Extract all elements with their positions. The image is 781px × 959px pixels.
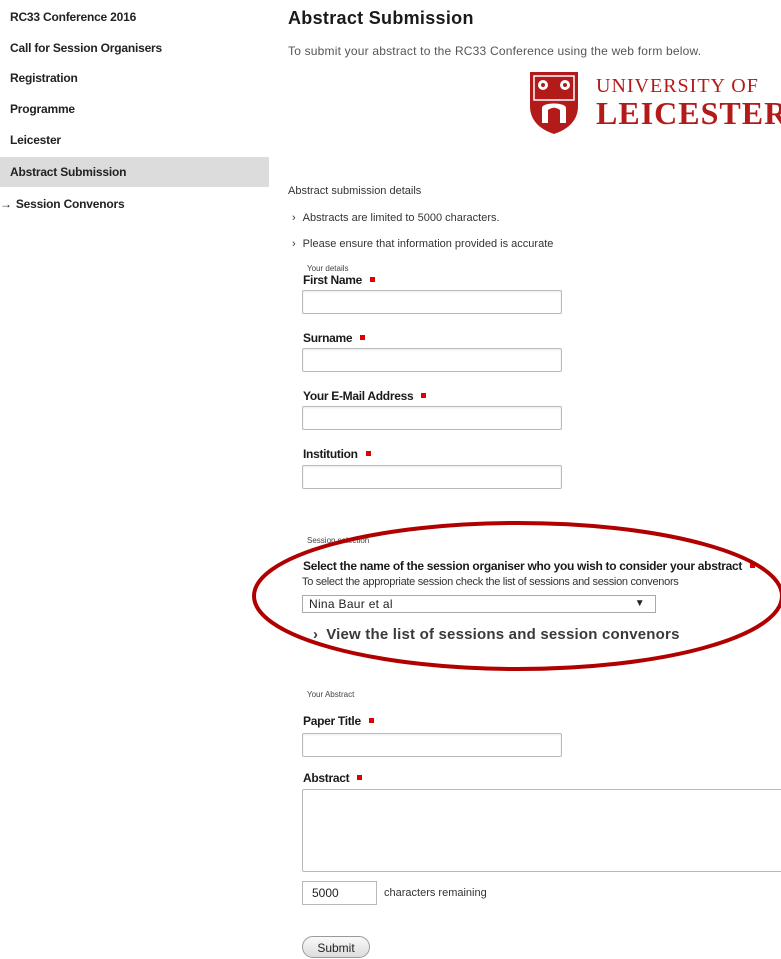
arrow-right-icon: → — [0, 197, 12, 211]
submit-button[interactable]: Submit — [302, 936, 370, 958]
field-label-text: Select the name of the session organiser… — [303, 559, 743, 573]
session-legend: Session selection — [307, 536, 370, 545]
sidebar-item-session-convenors[interactable]: → Session Convenors — [0, 189, 269, 219]
characters-remaining-counter: 5000 — [302, 881, 377, 905]
surname-label: Surname — [303, 331, 366, 345]
field-label-text: Paper Title — [303, 714, 361, 728]
required-marker-icon — [365, 451, 371, 457]
sidebar-item-leicester[interactable]: Leicester — [0, 125, 269, 155]
logo-line-2: LEICESTER — [596, 95, 781, 131]
details-bullet: › Please ensure that information provided… — [289, 238, 553, 250]
chevron-right-icon: › — [292, 238, 296, 250]
chevron-right-icon: › — [313, 626, 319, 643]
details-bullet: › Abstracts are limited to 5000 character… — [289, 212, 500, 224]
required-marker-icon — [360, 335, 366, 341]
selected-value: Nina Baur et al — [309, 597, 393, 611]
sidebar-item-call-for-organisers[interactable]: Call for Session Organisers — [0, 33, 269, 63]
sidebar-item-abstract-submission[interactable]: Abstract Submission — [0, 157, 269, 187]
abstract-textarea[interactable] — [302, 789, 781, 872]
intro-text: To submit your abstract to the RC33 Conf… — [288, 44, 702, 58]
email-label: Your E-Mail Address — [303, 389, 427, 403]
bullet-text: Abstracts are limited to 5000 characters… — [302, 212, 500, 224]
session-organiser-select[interactable]: Nina Baur et al ▼ — [302, 595, 656, 613]
abstract-legend: Your Abstract — [307, 690, 355, 699]
required-marker-icon — [368, 718, 374, 724]
required-marker-icon — [421, 393, 427, 399]
university-crest-icon — [530, 72, 578, 134]
view-sessions-link[interactable]: › View the list of sessions and session c… — [313, 626, 680, 643]
field-label-text: Institution — [303, 447, 358, 461]
field-label-text: First Name — [303, 273, 363, 287]
dropdown-arrow-icon: ▼ — [634, 598, 645, 609]
field-label-text: Your E-Mail Address — [303, 389, 414, 403]
field-label-text: Abstract — [303, 771, 350, 785]
session-help-text: To select the appropriate session check … — [302, 576, 679, 588]
link-text: View the list of sessions and session co… — [326, 626, 680, 643]
session-organiser-label: Select the name of the session organiser… — [303, 559, 756, 573]
sidebar-item-label: Session Convenors — [15, 197, 125, 211]
required-marker-icon — [370, 277, 376, 283]
sidebar-item-programme[interactable]: Programme — [0, 94, 269, 124]
characters-remaining-label: characters remaining — [384, 887, 487, 899]
required-marker-icon — [750, 563, 756, 569]
email-input[interactable] — [302, 406, 562, 430]
required-marker-icon — [357, 775, 363, 781]
details-heading: Abstract submission details — [288, 185, 422, 197]
sidebar-item-rc33-conference[interactable]: RC33 Conference 2016 — [0, 2, 269, 32]
surname-input[interactable] — [302, 348, 562, 372]
institution-input[interactable] — [302, 465, 562, 489]
paper-title-label: Paper Title — [303, 714, 374, 728]
sidebar-item-registration[interactable]: Registration — [0, 63, 269, 93]
field-label-text: Surname — [303, 331, 353, 345]
paper-title-input[interactable] — [302, 733, 562, 757]
first-name-input[interactable] — [302, 290, 562, 314]
first-name-label: First Name — [303, 273, 376, 287]
university-logo: UNIVERSITY OF LEICESTER — [526, 68, 781, 140]
abstract-label: Abstract — [303, 771, 363, 785]
your-details-legend: Your details — [307, 264, 349, 273]
chevron-right-icon: › — [292, 212, 296, 224]
institution-label: Institution — [303, 447, 371, 461]
bullet-text: Please ensure that information provided … — [302, 238, 554, 250]
page-title: Abstract Submission — [288, 8, 474, 28]
